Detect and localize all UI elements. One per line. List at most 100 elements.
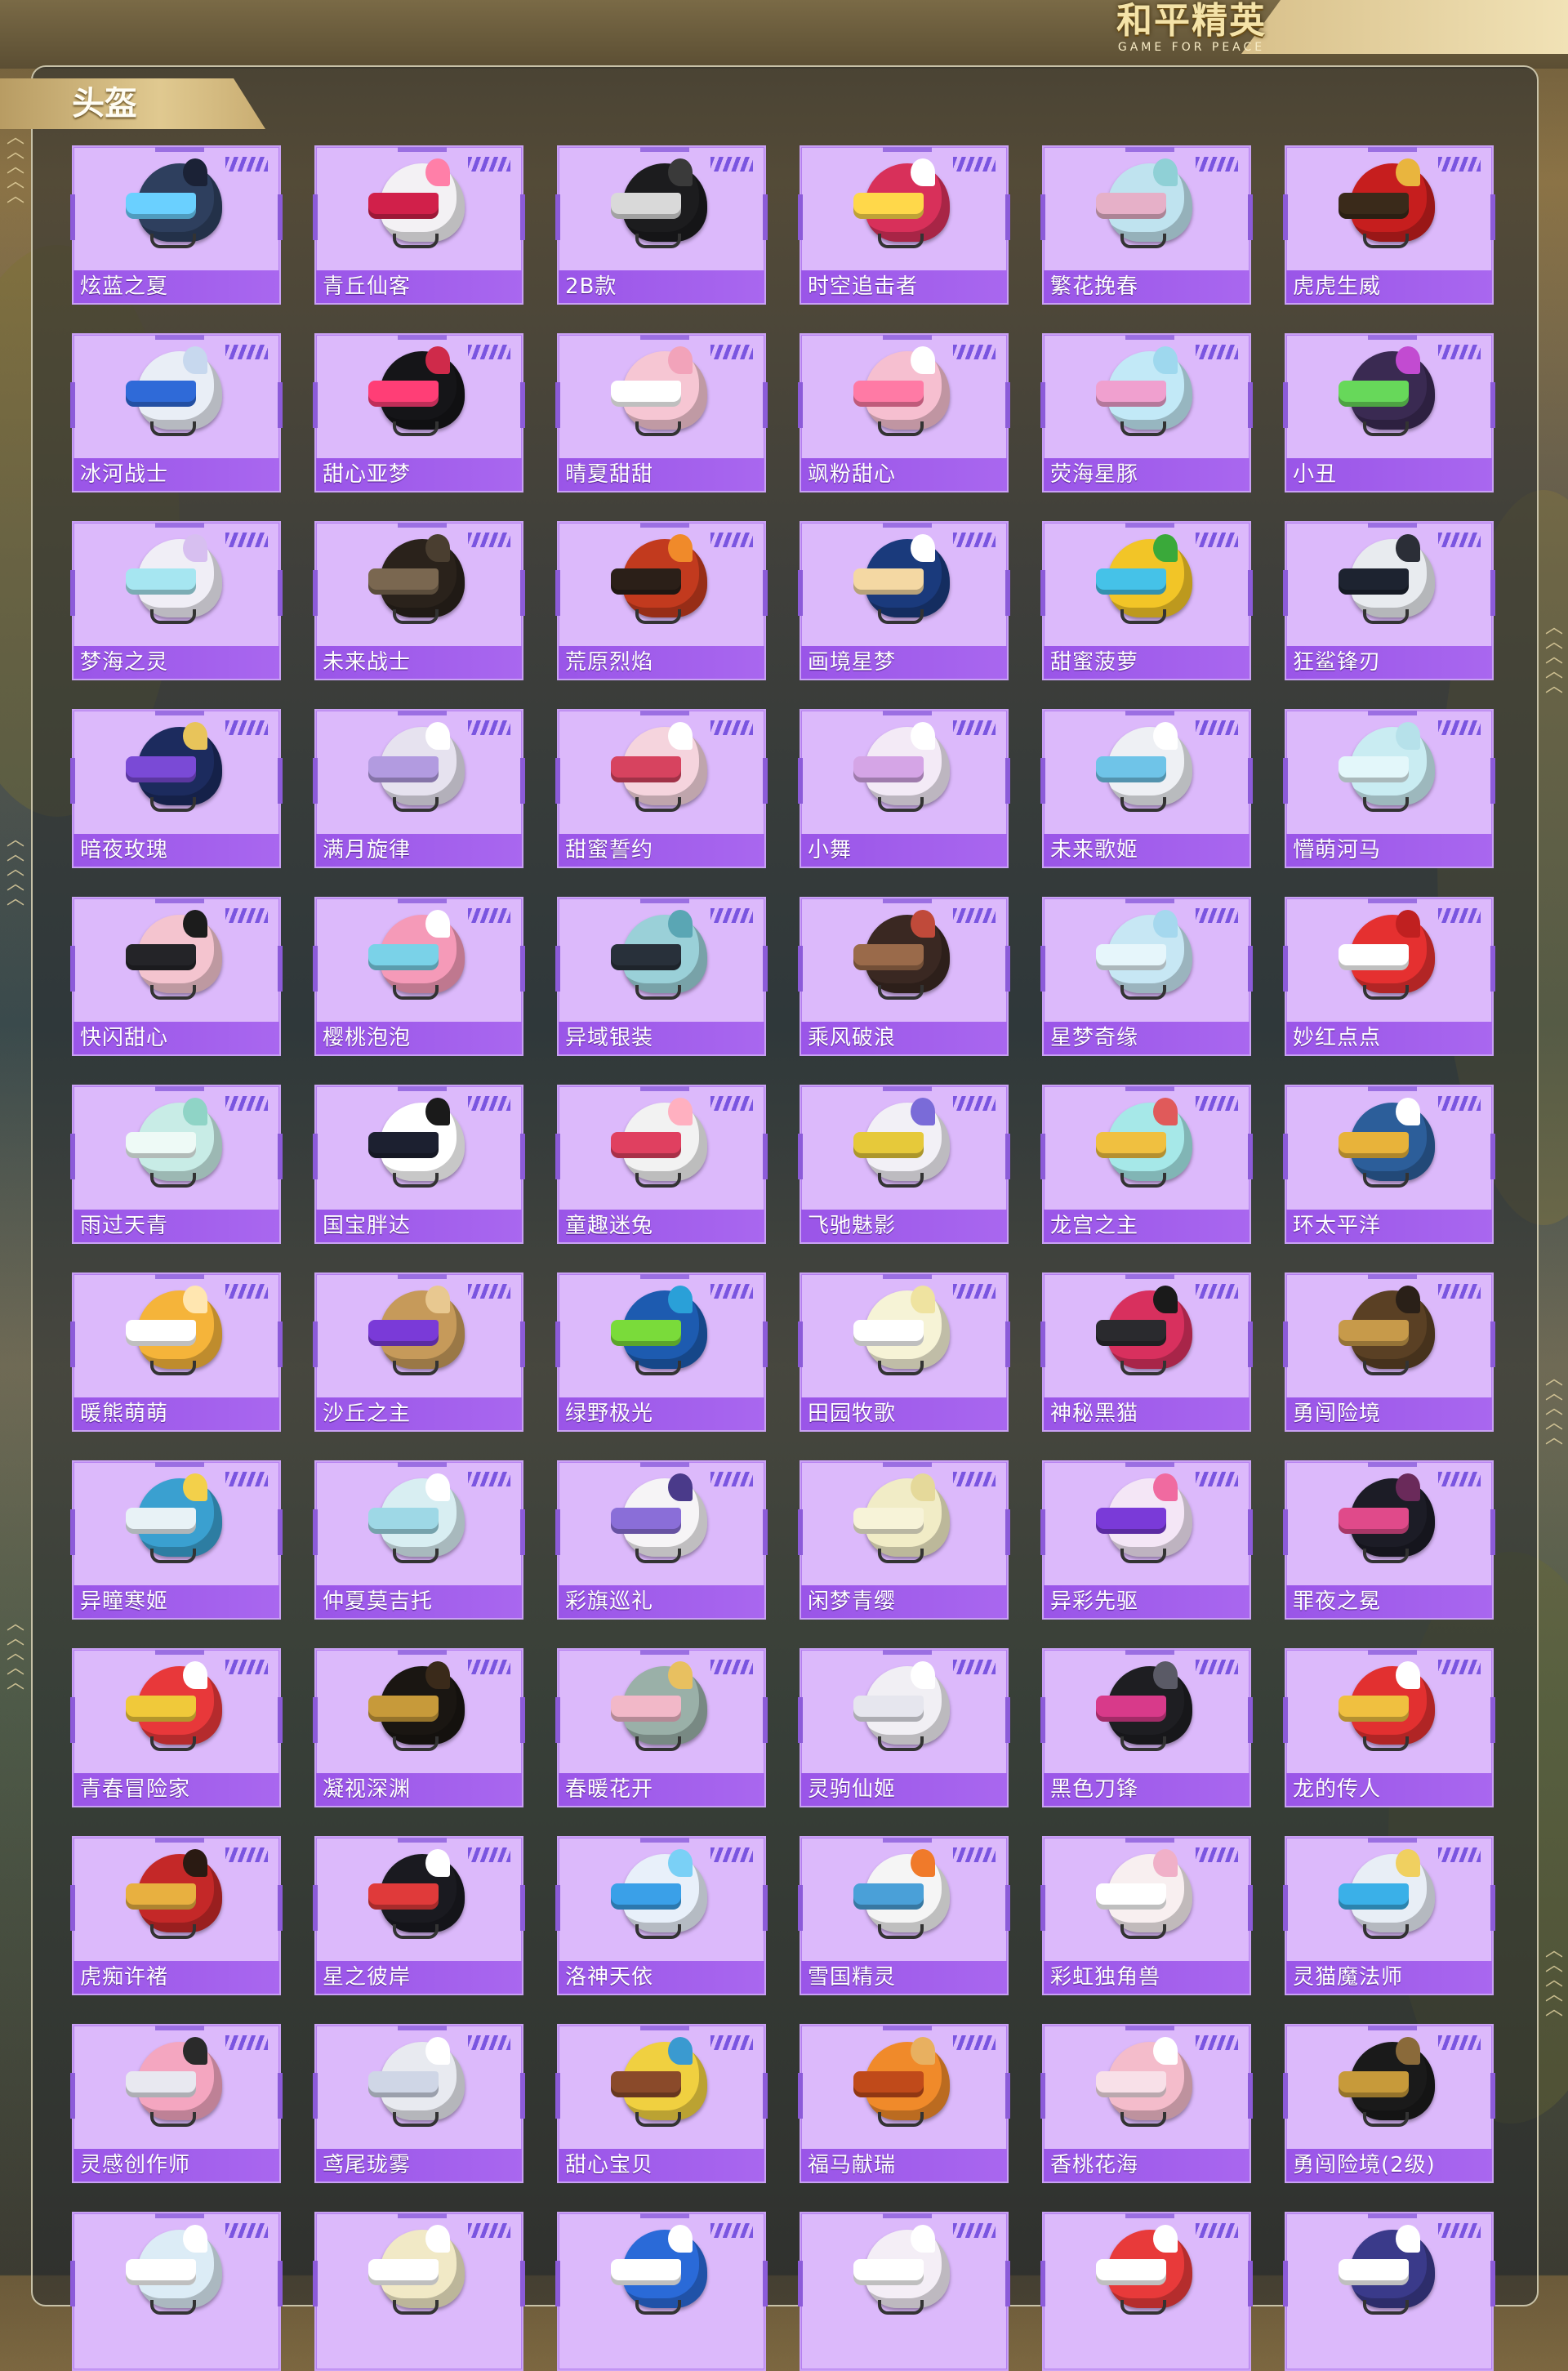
helmet-card[interactable]: 未来战士 <box>313 521 525 680</box>
helmet-card[interactable]: 炫蓝之夏 <box>70 145 283 305</box>
helmet-visor <box>1096 1508 1166 1534</box>
helmet-card[interactable]: 田园牧歌 <box>798 1272 1010 1432</box>
helmet-visor <box>853 1696 924 1722</box>
card-side-accent <box>1490 1885 1495 1931</box>
helmet-ornament <box>911 1849 935 1877</box>
rarity-stripes-icon <box>710 1472 753 1486</box>
helmet-card[interactable]: 甜心亚梦 <box>313 333 525 492</box>
helmet-card[interactable]: 黑色刀锋 <box>1040 1648 1253 1807</box>
helmet-strap <box>393 1924 439 1939</box>
helmet-card[interactable]: 神秘黑猫 <box>1040 1272 1253 1432</box>
helmet-card[interactable]: 灵感创作师 <box>70 2024 283 2183</box>
helmet-card[interactable]: 画境星梦 <box>798 521 1010 680</box>
helmet-strap <box>393 609 439 624</box>
helmet-card[interactable]: 彩虹独角兽 <box>1040 1836 1253 1995</box>
helmet-card[interactable]: 彩旗巡礼 <box>555 1460 768 1620</box>
helmet-card[interactable]: 龙宫之主 <box>1040 1085 1253 1244</box>
helmet-card[interactable]: 星梦奇缘 <box>1040 897 1253 1056</box>
helmet-card[interactable]: 灵驹仙姬 <box>798 1648 1010 1807</box>
helmet-icon <box>1096 346 1200 443</box>
helmet-card[interactable]: 凝视深渊 <box>313 1648 525 1807</box>
card-side-accent <box>763 1509 768 1555</box>
helmet-card[interactable]: 勇闯险境 <box>1283 1272 1495 1432</box>
helmet-card[interactable]: 虎痴许褚 <box>70 1836 283 1995</box>
helmet-card[interactable]: 荧海星豚 <box>1040 333 1253 492</box>
helmet-icon <box>853 534 958 631</box>
helmet-ornament <box>183 158 207 186</box>
rarity-stripes-icon <box>953 157 996 172</box>
helmet-card[interactable]: 勇闯险境(2级) <box>1283 2024 1495 2183</box>
helmet-card[interactable]: 虎虎生威 <box>1283 145 1495 305</box>
helmet-card[interactable]: 青丘仙客 <box>313 145 525 305</box>
chevron-decoration-icon: ︿ ︿ ︿ ︿ ︿ <box>1545 1941 1564 2020</box>
helmet-card[interactable]: 春暖花开 <box>555 1648 768 1807</box>
helmet-visor <box>1096 193 1166 219</box>
helmet-card[interactable]: 龙的传人 <box>1283 1648 1495 1807</box>
helmet-card[interactable]: 闲梦青缨 <box>798 1460 1010 1620</box>
card-side-accent <box>70 1885 75 1931</box>
helmet-card[interactable]: 甜蜜菠萝 <box>1040 521 1253 680</box>
card-side-accent <box>763 570 768 616</box>
helmet-card[interactable]: 暗夜玫瑰 <box>70 709 283 868</box>
helmet-card[interactable]: 满月旋律 <box>313 709 525 868</box>
helmet-card[interactable]: 绿野极光 <box>555 1272 768 1432</box>
helmet-card[interactable] <box>1283 2212 1495 2371</box>
helmet-card[interactable] <box>1040 2212 1253 2371</box>
helmet-card[interactable] <box>798 2212 1010 2371</box>
helmet-card[interactable] <box>555 2212 768 2371</box>
helmet-card[interactable]: 狂鲨锋刃 <box>1283 521 1495 680</box>
card-side-accent <box>1490 382 1495 428</box>
helmet-card[interactable]: 繁花挽春 <box>1040 145 1253 305</box>
helmet-card[interactable]: 异域银装 <box>555 897 768 1056</box>
helmet-card[interactable]: 沙丘之主 <box>313 1272 525 1432</box>
rarity-stripes-icon <box>953 720 996 735</box>
helmet-card[interactable]: 晴夏甜甜 <box>555 333 768 492</box>
helmet-name: 龙宫之主 <box>1044 1210 1250 1242</box>
helmet-card[interactable]: 罪夜之冕 <box>1283 1460 1495 1620</box>
helmet-card[interactable]: 洛神天依 <box>555 1836 768 1995</box>
helmet-strap <box>150 609 196 624</box>
helmet-card[interactable]: 甜蜜誓约 <box>555 709 768 868</box>
rarity-stripes-icon <box>1196 2223 1238 2238</box>
helmet-name: 灵感创作师 <box>74 2149 279 2182</box>
helmet-card[interactable]: 雨过天青 <box>70 1085 283 1244</box>
helmet-card[interactable] <box>313 2212 525 2371</box>
helmet-card[interactable]: 飒粉甜心 <box>798 333 1010 492</box>
helmet-card[interactable]: 雪国精灵 <box>798 1836 1010 1995</box>
helmet-card[interactable]: 鸢尾珑雾 <box>313 2024 525 2183</box>
helmet-card[interactable]: 小舞 <box>798 709 1010 868</box>
helmet-card[interactable]: 飞驰魅影 <box>798 1085 1010 1244</box>
helmet-card[interactable]: 冰河战士 <box>70 333 283 492</box>
helmet-card[interactable]: 樱桃泡泡 <box>313 897 525 1056</box>
helmet-card[interactable]: 未来歌姬 <box>1040 709 1253 868</box>
helmet-card[interactable]: 懵萌河马 <box>1283 709 1495 868</box>
helmet-card[interactable]: 仲夏莫吉托 <box>313 1460 525 1620</box>
helmet-card[interactable]: 梦海之灵 <box>70 521 283 680</box>
helmet-card[interactable]: 暖熊萌萌 <box>70 1272 283 1432</box>
helmet-card[interactable]: 灵猫魔法师 <box>1283 1836 1495 1995</box>
helmet-card[interactable]: 香桃花海 <box>1040 2024 1253 2183</box>
helmet-card[interactable]: 童趣迷兔 <box>555 1085 768 1244</box>
helmet-visor <box>1339 944 1409 970</box>
card-side-accent <box>520 194 525 240</box>
helmet-card[interactable]: 快闪甜心 <box>70 897 283 1056</box>
card-side-accent <box>313 194 318 240</box>
helmet-card[interactable]: 甜心宝贝 <box>555 2024 768 2183</box>
helmet-card[interactable]: 荒原烈焰 <box>555 521 768 680</box>
helmet-card[interactable]: 青春冒险家 <box>70 1648 283 1807</box>
helmet-card[interactable]: 2B款 <box>555 145 768 305</box>
helmet-card[interactable]: 异彩先驱 <box>1040 1460 1253 1620</box>
helmet-card[interactable]: 妙红点点 <box>1283 897 1495 1056</box>
helmet-card[interactable]: 环太平洋 <box>1283 1085 1495 1244</box>
helmet-card[interactable]: 星之彼岸 <box>313 1836 525 1995</box>
helmet-card[interactable]: 时空追击者 <box>798 145 1010 305</box>
rarity-stripes-icon <box>710 2035 753 2050</box>
card-top-accent <box>640 898 689 903</box>
helmet-card[interactable]: 小丑 <box>1283 333 1495 492</box>
helmet-card[interactable]: 异瞳寒姬 <box>70 1460 283 1620</box>
helmet-strap <box>150 234 196 248</box>
helmet-card[interactable]: 乘风破浪 <box>798 897 1010 1056</box>
helmet-card[interactable]: 福马献瑞 <box>798 2024 1010 2183</box>
helmet-card[interactable]: 国宝胖达 <box>313 1085 525 1244</box>
helmet-card[interactable] <box>70 2212 283 2371</box>
